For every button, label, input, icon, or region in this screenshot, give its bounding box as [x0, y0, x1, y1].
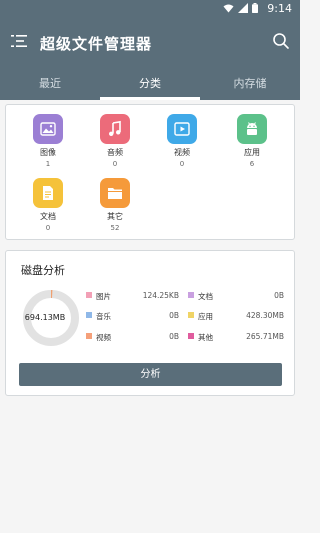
status-time: 9:14 — [267, 2, 292, 15]
legend-name: 视频 — [96, 333, 111, 342]
search-icon[interactable] — [272, 32, 290, 50]
category-label: 视频 — [174, 148, 190, 157]
category-audio[interactable]: 音频 0 — [85, 114, 145, 168]
legend-name: 应用 — [198, 312, 213, 321]
category-count: 0 — [112, 160, 118, 168]
folder-icon — [100, 178, 130, 208]
legend-swatch — [188, 333, 194, 339]
legend-swatch — [86, 333, 92, 339]
tab-category[interactable]: 分类 — [100, 70, 200, 100]
legend-name: 文档 — [198, 292, 213, 301]
legend-value: 124.25KB — [142, 291, 179, 300]
wifi-icon — [223, 4, 234, 12]
tab-internal-storage[interactable]: 内存储 — [200, 70, 300, 100]
android-icon — [237, 114, 267, 144]
category-count: 0 — [179, 160, 185, 168]
app-title: 超级文件管理器 — [40, 35, 153, 53]
legend-name: 其他 — [198, 333, 213, 342]
analyze-button[interactable]: 分析 — [19, 363, 282, 386]
disk-analysis-card: 磁盘分析 694.13MB 图片 124.25KB 文档 0B 音乐 0B 应用… — [5, 250, 295, 396]
category-documents[interactable]: 文档 0 — [18, 178, 78, 232]
video-icon — [167, 114, 197, 144]
category-count: 6 — [249, 160, 255, 168]
disk-analysis-title: 磁盘分析 — [21, 264, 65, 277]
battery-icon — [252, 3, 258, 13]
category-image[interactable]: 图像 1 — [18, 114, 78, 168]
legend-item: 图片 124.25KB — [86, 291, 179, 301]
category-count: 0 — [45, 224, 51, 232]
category-video[interactable]: 视频 0 — [152, 114, 212, 168]
image-icon — [33, 114, 63, 144]
legend-value: 0B — [169, 332, 179, 341]
legend-value: 0B — [169, 311, 179, 320]
status-bar: 9:14 — [0, 0, 300, 18]
music-icon — [100, 114, 130, 144]
legend-item: 应用 428.30MB — [188, 311, 284, 321]
app-header: 9:14 超级文件管理器 最近 分类 内存储 — [0, 0, 300, 100]
category-other[interactable]: 其它 52 — [85, 178, 145, 232]
tab-bar: 最近 分类 内存储 — [0, 70, 300, 100]
legend-swatch — [86, 292, 92, 298]
legend-swatch — [86, 312, 92, 318]
category-label: 图像 — [40, 148, 56, 157]
legend-item: 其他 265.71MB — [188, 332, 284, 342]
category-count: 1 — [45, 160, 51, 168]
category-apps[interactable]: 应用 6 — [222, 114, 282, 168]
legend-item: 音乐 0B — [86, 311, 179, 321]
legend-name: 音乐 — [96, 312, 111, 321]
legend-name: 图片 — [96, 292, 111, 301]
legend-value: 428.30MB — [246, 311, 284, 320]
disk-total-size: 694.13MB — [24, 313, 66, 322]
legend-value: 0B — [274, 291, 284, 300]
category-label: 音频 — [107, 148, 123, 157]
legend-item: 视频 0B — [86, 332, 179, 342]
tab-recent[interactable]: 最近 — [0, 70, 100, 100]
category-count: 52 — [110, 224, 120, 232]
signal-icon — [238, 3, 248, 13]
category-label: 文档 — [40, 212, 56, 221]
menu-icon[interactable] — [10, 32, 28, 50]
title-bar: 超级文件管理器 — [0, 26, 300, 58]
category-card: 图像 1 音频 0 视频 0 应用 6 文档 0 其它 52 — [5, 104, 295, 240]
category-label: 应用 — [244, 148, 260, 157]
category-label: 其它 — [107, 212, 123, 221]
legend-item: 文档 0B — [188, 291, 284, 301]
legend-swatch — [188, 312, 194, 318]
legend-swatch — [188, 292, 194, 298]
legend-value: 265.71MB — [246, 332, 284, 341]
document-icon — [33, 178, 63, 208]
